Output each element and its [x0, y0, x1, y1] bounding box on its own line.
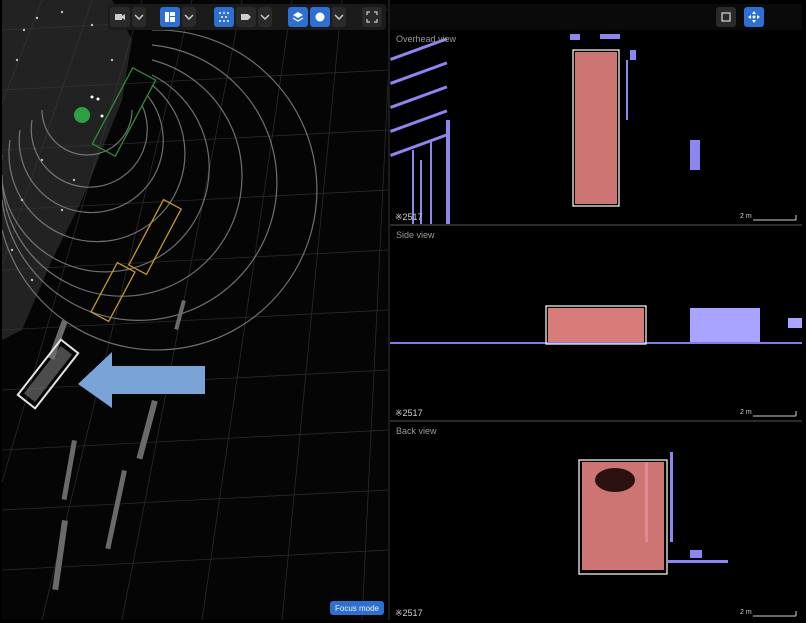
overhead-points — [390, 34, 797, 224]
chevron-down-icon[interactable] — [332, 7, 346, 27]
point-cloud-icon[interactable] — [214, 7, 234, 27]
app-window: Focus mode Overhead view ※2517 2 m Side … — [0, 0, 806, 623]
side-panel-toolbar — [390, 4, 802, 30]
ego-vehicle-marker — [74, 107, 90, 123]
overhead-view-panel[interactable]: Overhead view ※2517 2 m — [390, 30, 802, 224]
circle-icon[interactable] — [310, 7, 330, 27]
chevron-down-icon[interactable] — [182, 7, 196, 27]
projection-panels: Overhead view ※2517 2 m Side view ※2517 … — [390, 30, 802, 620]
point-count-back: ※2517 — [395, 608, 423, 618]
point-count-side: ※2517 — [395, 408, 423, 418]
square-icon[interactable] — [716, 7, 736, 27]
side-points — [390, 305, 802, 417]
chevron-down-icon[interactable] — [258, 7, 272, 27]
selected-object-points — [24, 346, 72, 402]
back-view-panel[interactable]: Back view ※2517 2 m — [390, 422, 802, 620]
main-3d-viewport[interactable]: Focus mode — [2, 0, 388, 620]
view-toolbar — [108, 4, 386, 30]
grid-layout-icon[interactable] — [160, 7, 180, 27]
side-view-title: Side view — [396, 230, 435, 240]
move-crosshair-icon[interactable] — [744, 7, 764, 27]
back-points — [578, 452, 797, 617]
label-tag-icon[interactable] — [236, 7, 256, 27]
fullscreen-icon[interactable] — [362, 7, 382, 27]
layers-icon[interactable] — [288, 7, 308, 27]
point-count-overhead: ※2517 — [395, 212, 423, 222]
neighbor-object-side — [690, 308, 760, 342]
point-cloud-canvas[interactable] — [2, 0, 388, 620]
scale-label-side: 2 m — [740, 409, 752, 416]
scale-label-overhead: 2 m — [740, 213, 752, 220]
camera-icon[interactable] — [110, 7, 130, 27]
side-view-panel[interactable]: Side view ※2517 2 m — [390, 226, 802, 420]
selected-object-overhead — [575, 52, 617, 204]
arrow-pointer-annotation — [78, 352, 205, 408]
chevron-down-icon[interactable] — [132, 7, 146, 27]
back-view-title: Back view — [396, 426, 437, 436]
selected-object-side — [548, 308, 644, 342]
scale-label-back: 2 m — [740, 609, 752, 616]
focus-mode-button[interactable]: Focus mode — [330, 601, 384, 615]
overhead-view-title: Overhead view — [396, 34, 457, 44]
